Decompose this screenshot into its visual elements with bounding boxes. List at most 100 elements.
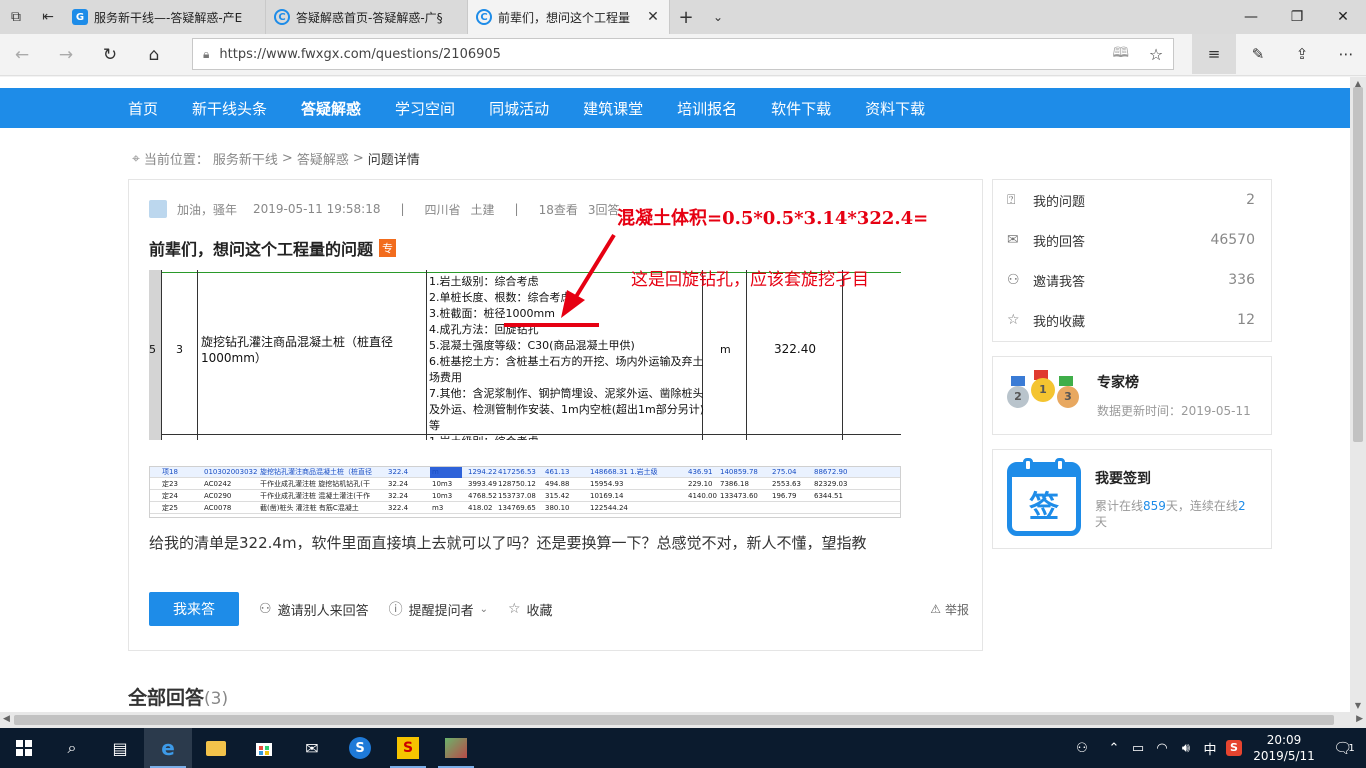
set-aside-tabs-icon[interactable]: ⇤ xyxy=(32,0,64,34)
tab-2[interactable]: C 前辈们，想问这个工程量 ✕ xyxy=(468,0,670,34)
scroll-thumb[interactable] xyxy=(1353,87,1363,442)
people-icon[interactable]: ⚇ xyxy=(1070,741,1094,756)
software-cell: 项18 xyxy=(162,468,178,476)
nav-learning[interactable]: 学习空间 xyxy=(395,98,455,119)
tab-title: 服务新干线—-答疑解惑-产E xyxy=(94,10,243,25)
author-name[interactable]: 加油，骚年 xyxy=(177,201,237,218)
edge-browser-icon[interactable]: e xyxy=(144,728,192,768)
scroll-left-icon[interactable]: ◀ xyxy=(3,714,10,724)
clock[interactable]: 20:09 2019/5/11 xyxy=(1246,732,1322,764)
nav-downloads[interactable]: 资料下载 xyxy=(865,98,925,119)
show-hidden-icon[interactable]: ⌃ xyxy=(1102,741,1126,756)
nav-headlines[interactable]: 新干线头条 xyxy=(192,98,267,119)
page-viewport: 首页 新干线头条 答疑解惑 学习空间 同城活动 建筑课堂 培训报名 软件下载 资… xyxy=(0,77,1350,712)
breadcrumb-link-qa[interactable]: 答疑解惑 xyxy=(297,149,349,168)
hub-icon[interactable]: ≡ xyxy=(1192,34,1236,74)
sidebar-item-label: 我的收藏 xyxy=(1033,314,1086,330)
refresh-icon[interactable]: ↻ xyxy=(88,35,132,75)
expert-ranking-text: 专家榜 数据更新时间：2019-05-11 xyxy=(1097,372,1251,419)
sidebar-item-my-answers[interactable]: ✉︎ 我的回答 46570 xyxy=(993,220,1271,260)
table-col-line xyxy=(426,270,427,440)
avatar[interactable] xyxy=(149,200,167,218)
close-window-icon[interactable]: ✕ xyxy=(1320,0,1366,34)
breadcrumb: ⌖ 当前位置： 服务新干线 > 答疑解惑 > 问题详情 xyxy=(132,149,420,169)
clock-time: 20:09 xyxy=(1266,733,1302,747)
site-favicon-icon: C xyxy=(476,9,492,25)
nav-home[interactable]: 首页 xyxy=(128,98,158,119)
tab-preview-icon[interactable]: ⧉ xyxy=(0,0,32,34)
nav-qa[interactable]: 答疑解惑 xyxy=(301,98,361,119)
checkin-panel[interactable]: 签 我要签到 累计在线859天，连续在线2 天 xyxy=(992,449,1272,549)
nav-events[interactable]: 同城活动 xyxy=(489,98,549,119)
tab-list-chevron-icon[interactable]: ⌄ xyxy=(702,0,734,34)
table-cell-name: 旋挖钻孔灌注商品混凝土桩（桩直径1000mm） xyxy=(201,335,394,365)
remind-action[interactable]: ⓘ 提醒提问者 ⌄ xyxy=(389,599,488,619)
windows-start-icon[interactable] xyxy=(0,728,48,768)
breadcrumb-link-home[interactable]: 服务新干线 xyxy=(213,149,278,168)
table-cell-seq: 3 xyxy=(176,343,183,356)
notification-icon[interactable]: 🗨︎ 1 xyxy=(1322,728,1366,768)
store-icon[interactable] xyxy=(240,728,288,768)
ime-indicator[interactable]: 中 xyxy=(1198,739,1222,758)
nav-software[interactable]: 软件下载 xyxy=(771,98,831,119)
tab-0[interactable]: G 服务新干线—-答疑解惑-产E xyxy=(64,0,266,34)
tab-bar: ⧉ ⇤ G 服务新干线—-答疑解惑-产E C 答疑解惑首页-答疑解惑-广§ C … xyxy=(0,0,1366,34)
collect-action[interactable]: ☆ 收藏 xyxy=(508,600,553,619)
battery-icon[interactable]: ▭ xyxy=(1126,741,1150,756)
favorite-star-icon[interactable]: ☆ xyxy=(1139,45,1173,64)
sidebar-item-invited[interactable]: ⚇ 邀请我答 336 xyxy=(993,260,1271,300)
mail-icon[interactable]: ✉︎ xyxy=(288,728,336,768)
scroll-down-icon[interactable]: ▼ xyxy=(1350,701,1366,710)
taskbar: ⌕ ▤ e ✉︎ S S ⚇ ⌃ ▭ ◠ 🔊︎ 中 S 20:09 2019/5… xyxy=(0,728,1366,768)
answer-button[interactable]: 我来答 xyxy=(149,592,239,626)
breadcrumb-sep: > xyxy=(352,151,364,166)
clock-date: 2019/5/11 xyxy=(1253,749,1315,763)
search-icon[interactable]: ⌕ xyxy=(48,728,96,768)
task-view-icon[interactable]: ▤ xyxy=(96,728,144,768)
vertical-scrollbar[interactable]: ▲ ▼ xyxy=(1350,77,1366,712)
sogou-ime-icon[interactable]: S xyxy=(1222,740,1246,756)
star-icon: ☆ xyxy=(507,601,521,617)
software-row: 定25 AC0078 截(凿)桩头 灌注桩 有筋C混凝土 322.4 m3 418.02 1… xyxy=(150,503,900,514)
horizontal-scrollbar[interactable]: ◀ ▶ xyxy=(0,712,1366,728)
sogou-browser-icon[interactable]: S xyxy=(336,728,384,768)
more-icon[interactable]: ⋯ xyxy=(1324,34,1366,74)
software-screenshot-image[interactable]: 项18 010302003032 旋挖钻孔灌注商品混凝土桩（桩直径 322.4 m 129… xyxy=(149,466,901,518)
nav-classroom[interactable]: 建筑课堂 xyxy=(583,98,643,119)
report-action[interactable]: ⚠︎ 举报 xyxy=(930,601,969,618)
scroll-right-icon[interactable]: ▶ xyxy=(1356,714,1363,724)
url-field[interactable]: 🔒︎ https://www.fwxgx.com/questions/21069… xyxy=(192,38,1174,70)
close-tab-icon[interactable]: ✕ xyxy=(645,9,661,25)
annotation-formula: 混凝土体积=0.5*0.5*3.14*322.4= xyxy=(617,208,929,229)
checkin-p3: 天 xyxy=(1095,515,1108,529)
expert-ranking-panel[interactable]: 2 1 3 专家榜 数据更新时间：2019-05-11 xyxy=(992,356,1272,435)
volume-icon[interactable]: 🔊︎ xyxy=(1174,741,1198,756)
home-icon[interactable]: ⌂ xyxy=(132,35,176,75)
nav-training[interactable]: 培训报名 xyxy=(677,98,737,119)
back-icon[interactable]: ← xyxy=(0,35,44,75)
software-cell: 315.42 xyxy=(545,492,570,500)
minimize-icon[interactable]: — xyxy=(1228,0,1274,34)
tab-1[interactable]: C 答疑解惑首页-答疑解惑-广§ xyxy=(266,0,468,34)
software-cell: 2553.63 xyxy=(772,480,801,488)
share-icon[interactable]: ⇪ xyxy=(1280,34,1324,74)
sidebar-item-my-questions[interactable]: ⍰ 我的问题 2 xyxy=(993,180,1271,220)
image-viewer-icon[interactable] xyxy=(432,728,480,768)
sidebar-item-favorites[interactable]: ☆ 我的收藏 12 xyxy=(993,300,1271,340)
reading-view-icon[interactable]: 🕮︎ xyxy=(1112,42,1129,66)
restore-icon[interactable]: ❐ xyxy=(1274,0,1320,34)
forward-icon[interactable]: → xyxy=(44,35,88,75)
invite-action[interactable]: ⚇ 邀请别人来回答 xyxy=(259,600,369,619)
file-explorer-icon[interactable] xyxy=(192,728,240,768)
software-cell: 128750.12 xyxy=(498,480,536,488)
app-s-icon[interactable]: S xyxy=(384,728,432,768)
checkin-stats: 累计在线859天，连续在线2 天 xyxy=(1095,498,1255,530)
new-tab-icon[interactable]: + xyxy=(670,0,702,34)
bill-table-image[interactable]: 5 3 旋挖钻孔灌注商品混凝土桩（桩直径1000mm） 1.岩土级别：综合考虑 … xyxy=(149,270,901,440)
software-cell: 截(凿)桩头 灌注桩 有筋C混凝土 xyxy=(260,504,359,512)
network-icon[interactable]: ◠ xyxy=(1150,741,1174,756)
calendar-checkin-icon: 签 xyxy=(1007,458,1081,536)
scroll-thumb-h[interactable] xyxy=(14,715,1334,725)
pen-icon[interactable]: ✎ xyxy=(1236,34,1280,74)
software-row: 定23 AC0242 干作业成孔灌注桩 旋挖钻机钻孔(干 32.24 10m3 3993.… xyxy=(150,479,900,490)
